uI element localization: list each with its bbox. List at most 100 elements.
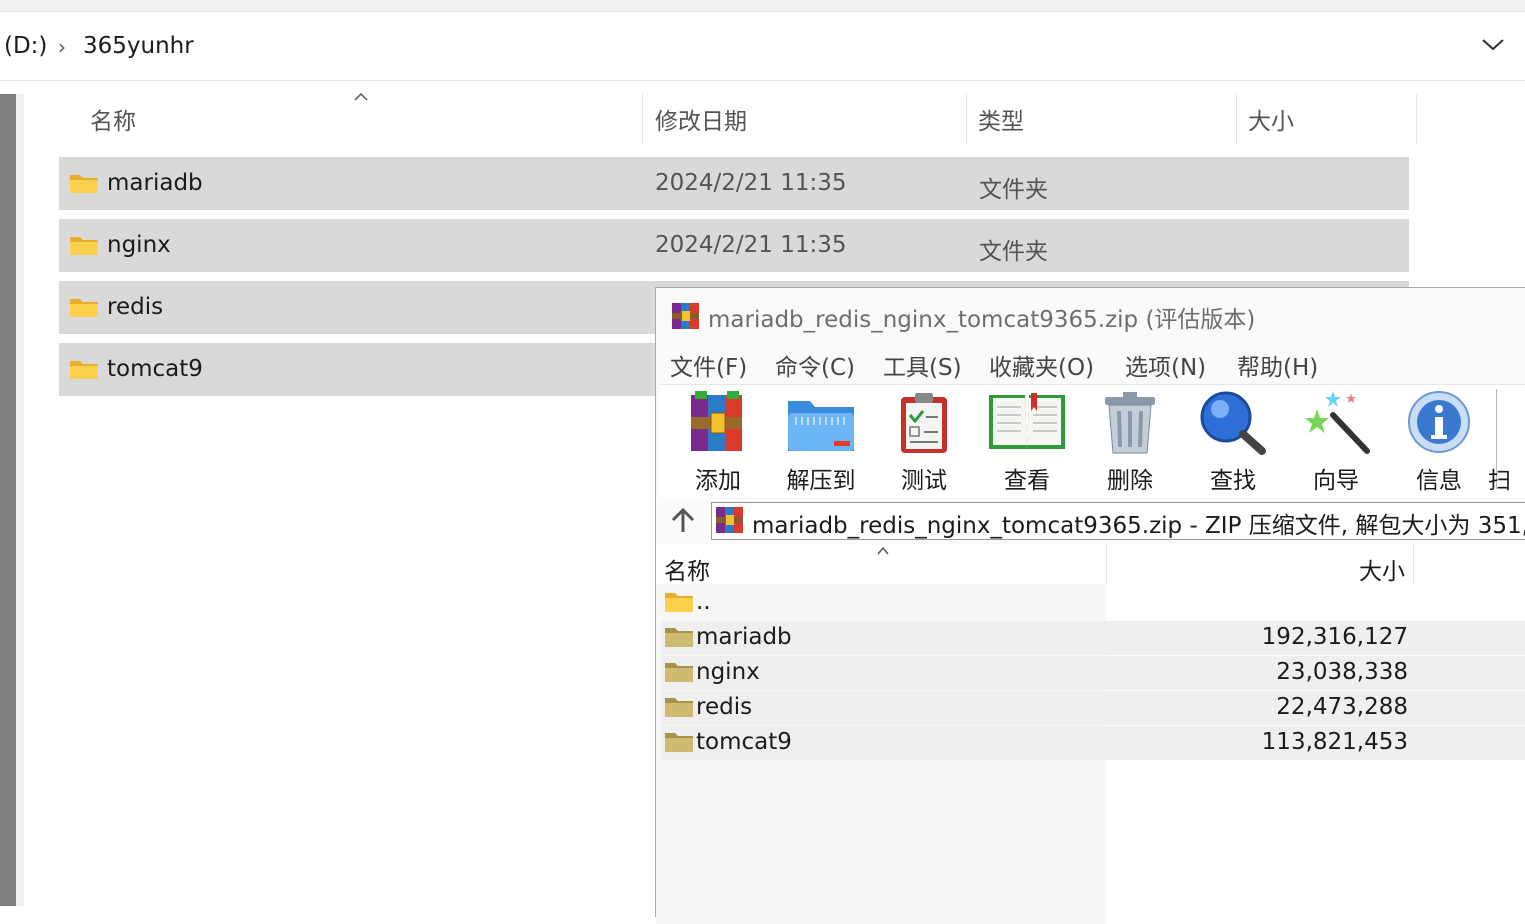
menu-tools[interactable]: 工具(S) [883,348,962,382]
up-arrow-icon[interactable] [670,506,696,534]
file-row-nginx[interactable]: nginx 2024/2/21 11:35 文件夹 [59,219,1409,272]
file-name: mariadb [107,170,203,196]
sort-ascending-icon [354,92,368,101]
sort-ascending-icon [877,546,889,555]
menu-help[interactable]: 帮助(H) [1237,348,1318,382]
pane-divider [16,94,24,906]
winrar-title: mariadb_redis_nginx_tomcat9365.zip (评估版本… [708,307,1256,333]
archive-path-text: mariadb_redis_nginx_tomcat9365.zip - ZIP… [752,513,1525,539]
column-header-type[interactable]: 类型 [978,102,1024,136]
info-label: 信息 [1416,468,1462,494]
virus-scan-icon [1507,389,1525,455]
extract-folder-icon [788,401,854,451]
folder-icon [665,663,693,682]
trash-icon [1105,392,1155,454]
archive-column-size[interactable]: 大小 [1359,552,1405,586]
archive-entry-size: 22,473,288 [1276,694,1408,720]
test-label: 测试 [901,468,947,494]
folder-icon [665,733,693,752]
folder-icon [70,237,98,255]
test-button[interactable]: 测试 [874,389,974,494]
column-divider[interactable] [1413,544,1414,584]
archive-entry-size: 192,316,127 [1261,624,1408,650]
file-name: redis [107,294,164,320]
wizard-button[interactable]: 向导 [1286,389,1386,494]
archive-row-nginx[interactable]: nginx 23,038,338 [662,656,1525,690]
view-label: 查看 [1004,468,1050,494]
view-book-icon [989,393,1065,449]
add-label: 添加 [695,468,741,494]
folder-icon [70,361,98,379]
scan-label: 扫 [1488,468,1511,494]
delete-button[interactable]: 删除 [1080,389,1180,494]
add-archive-icon [691,391,742,451]
extract-to-label: 解压到 [786,468,856,494]
file-date: 2024/2/21 11:35 [655,170,847,196]
menu-commands[interactable]: 命令(C) [775,348,855,382]
column-divider[interactable] [966,94,967,144]
archive-entry-name: tomcat9 [696,729,792,755]
archive-entry-size: 113,821,453 [1261,729,1408,755]
winrar-logo-icon [672,303,699,329]
delete-label: 删除 [1107,468,1153,494]
file-name: nginx [107,232,171,258]
navigation-pane-scrollbar[interactable] [0,94,16,906]
wizard-label: 向导 [1313,468,1359,494]
magic-wand-icon [1305,391,1370,454]
archive-entry-name: redis [696,694,753,720]
file-type: 文件夹 [979,177,1048,203]
folder-icon [665,698,693,717]
file-type: 文件夹 [979,239,1048,265]
address-bar[interactable]: (D:) › 365yunhr [0,13,1525,81]
find-button[interactable]: 查找 [1183,389,1283,494]
folder-icon [70,299,98,317]
archive-entry-name: mariadb [696,624,792,650]
column-header-size[interactable]: 大小 [1248,102,1294,136]
archive-row-tomcat9[interactable]: tomcat9 113,821,453 [662,726,1525,760]
add-button[interactable]: 添加 [668,389,768,494]
menu-favorites[interactable]: 收藏夹(O) [989,348,1094,382]
chevron-down-icon[interactable] [1480,35,1506,55]
winrar-archive-icon [716,507,743,533]
archive-entry-size: 23,038,338 [1276,659,1408,685]
winrar-window[interactable]: mariadb_redis_nginx_tomcat9365.zip (评估版本… [655,287,1525,924]
winrar-path-bar: mariadb_redis_nginx_tomcat9365.zip - ZIP… [656,498,1525,544]
column-divider[interactable] [1416,94,1417,144]
info-icon [1408,391,1470,453]
column-header-date[interactable]: 修改日期 [655,102,747,136]
archive-row-redis[interactable]: redis 22,473,288 [662,691,1525,725]
archive-row-mariadb[interactable]: mariadb 192,316,127 [662,621,1525,655]
archive-path-field[interactable]: mariadb_redis_nginx_tomcat9365.zip - ZIP… [711,502,1525,540]
breadcrumb-drive[interactable]: (D:) [4,33,47,59]
column-header-name[interactable]: 名称 [90,102,136,136]
folder-icon [665,628,693,647]
search-icon [1200,391,1266,455]
window-top-strip [0,0,1525,12]
archive-row-parent[interactable]: .. [662,586,1525,620]
breadcrumb-separator-icon: › [58,35,66,59]
breadcrumb-folder[interactable]: 365yunhr [83,33,194,59]
column-divider[interactable] [642,94,643,144]
parent-folder-icon [665,593,693,612]
archive-file-list[interactable]: 名称 大小 .. mariadb 192,316,127 nginx 23,03… [656,544,1525,924]
file-name: tomcat9 [107,356,203,382]
menu-options[interactable]: 选项(N) [1125,348,1206,382]
winrar-titlebar[interactable]: mariadb_redis_nginx_tomcat9365.zip (评估版本… [656,288,1525,342]
winrar-menubar: 文件(F) 命令(C) 工具(S) 收藏夹(O) 选项(N) 帮助(H) [656,342,1525,384]
archive-column-name[interactable]: 名称 [664,552,710,586]
menu-file[interactable]: 文件(F) [670,348,747,382]
find-label: 查找 [1210,468,1256,494]
archive-entry-name: nginx [696,659,760,685]
file-row-mariadb[interactable]: mariadb 2024/2/21 11:35 文件夹 [59,157,1409,210]
test-clipboard-icon [901,393,947,453]
folder-icon [70,175,98,193]
scan-button[interactable]: 扫 [1488,389,1525,494]
file-date: 2024/2/21 11:35 [655,232,847,258]
winrar-toolbar: 添加 解压到 测试 查看 删除 查找 向导 信息 扫 [660,384,1525,497]
column-divider[interactable] [1106,544,1107,584]
column-divider[interactable] [1236,94,1237,144]
extract-to-button[interactable]: 解压到 [771,389,871,494]
archive-entry-name: .. [696,589,711,615]
info-button[interactable]: 信息 [1389,389,1489,494]
view-button[interactable]: 查看 [977,389,1077,494]
